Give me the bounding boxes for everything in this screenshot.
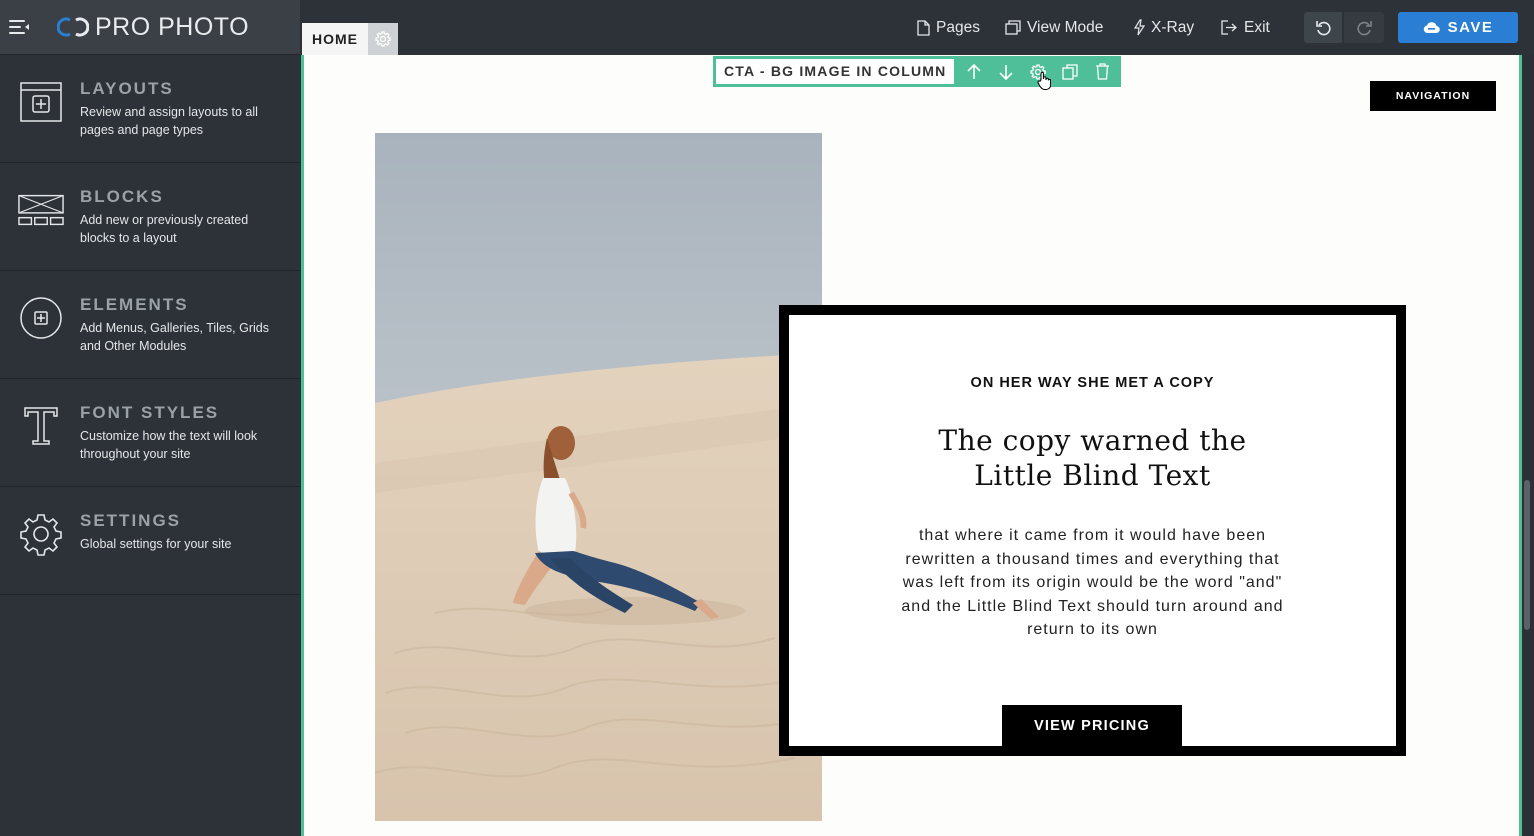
view-mode-link[interactable]: View Mode [1005,0,1103,55]
blocks-icon [18,187,64,233]
page-tab[interactable]: HOME [302,23,398,55]
layout-add-icon [18,79,64,125]
logo-mark-icon [57,17,89,37]
pages-link[interactable]: Pages [917,0,980,55]
redo-button[interactable] [1344,12,1384,43]
navigation-button[interactable]: NAVIGATION [1370,81,1496,111]
plus-circle-icon [18,295,64,341]
sidebar-item-title: SETTINGS [80,511,182,530]
brand-bar: PRO PHOTO [0,0,300,55]
redo-icon [1356,21,1372,36]
pages-label: Pages [936,18,980,36]
xray-label: X-Ray [1151,18,1195,36]
xray-link[interactable]: X-Ray [1134,0,1194,55]
page-settings-gear-icon[interactable] [368,23,398,55]
cta-heading: The copy warned the Little Blind Text [938,424,1247,492]
view-mode-label: View Mode [1027,18,1104,36]
cta-body: that where it came from it would have be… [901,527,1284,638]
move-down-icon[interactable] [990,59,1022,84]
sidebar-item-title: ELEMENTS [80,295,189,314]
sidebar: PRO PHOTO LAYOUTS Review and assign layo… [0,0,300,836]
gear-icon [18,511,64,557]
sidebar-item-elements[interactable]: ELEMENTS Add Menus, Galleries, Tiles, Gr… [0,271,300,379]
cta-box: ON HER WAY SHE MET A COPY The copy warne… [779,305,1406,756]
logo: PRO PHOTO [57,13,249,42]
exit-label: Exit [1244,18,1270,36]
exit-icon [1221,20,1237,35]
view-pricing-button[interactable]: VIEW PRICING [1002,705,1182,746]
desert-photo [375,133,822,821]
sidebar-item-font-styles[interactable]: FONT STYLES Customize how the text will … [0,379,300,487]
page-icon [917,19,930,36]
canvas-scrollbar[interactable] [1524,480,1530,630]
page-canvas[interactable]: CTA - BG IMAGE IN COLUMN NAVIGATION ON H… [301,55,1522,836]
lightning-icon [1134,19,1145,36]
save-label: SAVE [1447,19,1494,36]
move-up-icon[interactable] [958,59,990,84]
duplicate-icon[interactable] [1054,59,1086,84]
sidebar-item-desc: Review and assign layouts to all pages a… [80,105,258,137]
block-label[interactable]: CTA - BG IMAGE IN COLUMN [716,59,955,84]
hand-cursor-icon [1037,71,1051,90]
history-controls [1304,12,1384,43]
sidebar-item-desc: Add Menus, Galleries, Tiles, Grids and O… [80,321,269,353]
sidebar-item-title: BLOCKS [80,187,164,206]
sidebar-item-desc: Global settings for your site [80,537,232,551]
save-button[interactable]: SAVE [1398,12,1518,43]
windows-icon [1005,20,1021,35]
sidebar-item-title: FONT STYLES [80,403,220,422]
cta-kicker: ON HER WAY SHE MET A COPY [970,375,1215,391]
sidebar-item-title: LAYOUTS [80,79,174,98]
sidebar-item-desc: Customize how the text will look through… [80,429,258,461]
block-toolbar: CTA - BG IMAGE IN COLUMN [713,56,1122,87]
delete-icon[interactable] [1086,59,1118,84]
undo-button[interactable] [1304,12,1342,43]
sidebar-item-desc: Add new or previously created blocks to … [80,213,249,245]
font-t-icon [18,403,64,449]
sidebar-item-settings[interactable]: SETTINGS Global settings for your site [0,487,300,595]
logo-text: PRO PHOTO [95,12,250,41]
sidebar-item-blocks[interactable]: BLOCKS Add new or previously created blo… [0,163,300,271]
cloud-save-icon [1423,22,1440,34]
undo-icon [1315,21,1331,36]
exit-link[interactable]: Exit [1221,0,1270,55]
sidebar-item-layouts[interactable]: LAYOUTS Review and assign layouts to all… [0,55,300,163]
page-tab-label[interactable]: HOME [302,23,368,55]
menu-collapse-icon[interactable] [9,20,29,34]
top-bar: HOME Pages View Mode X-Ray Exit SAVE [300,0,1534,55]
